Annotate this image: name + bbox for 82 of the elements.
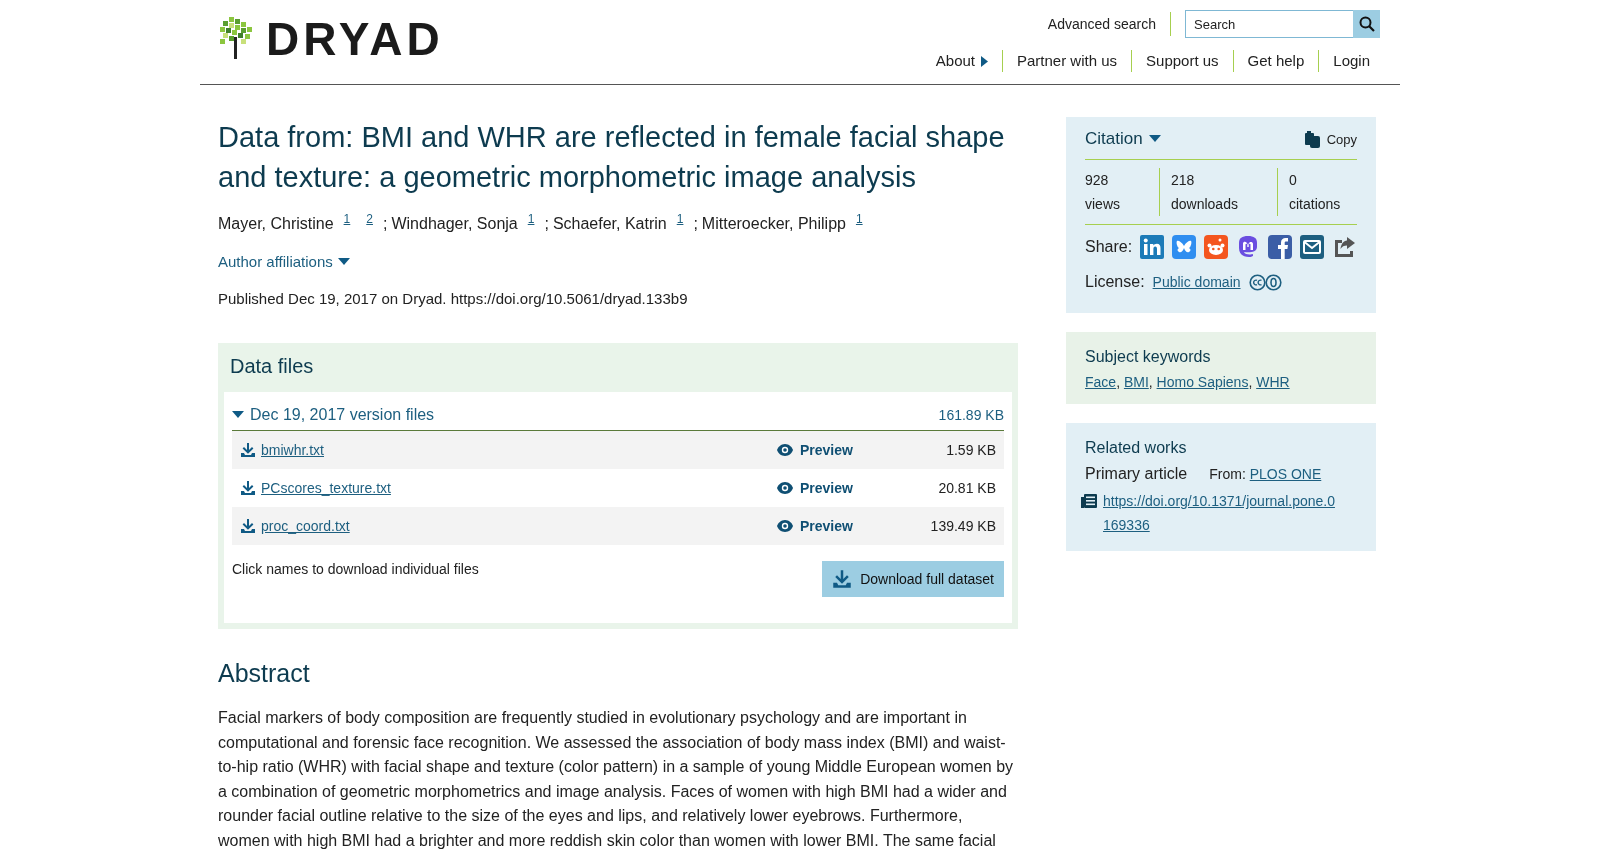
dataset-title: Data from: BMI and WHR are reflected in female facial shape and texture: a geometric morphometric image analysis <box>218 120 1006 195</box>
separator: , <box>1148 374 1154 390</box>
file-link[interactable]: bmiwhr.txt <box>261 442 324 458</box>
publication-info: Published Dec 19, 2017 on Dryad. https://doi.org/10.5061/dryad.133b9 <box>218 290 689 307</box>
author-affiliations-toggle[interactable]: Author affiliations <box>218 253 350 270</box>
newspaper-icon <box>1081 494 1097 508</box>
section-heading: Abstract <box>218 659 311 688</box>
download-icon <box>832 569 853 589</box>
search-icon <box>1358 16 1375 32</box>
panel-title: Related works <box>1085 439 1188 457</box>
affiliation-link[interactable]: 1 <box>337 212 357 226</box>
nav-link[interactable]: About <box>921 50 1002 72</box>
panel-title: Data files <box>229 354 315 379</box>
facebook-icon[interactable] <box>1268 235 1293 259</box>
cc-zero-icon <box>1248 273 1283 291</box>
keyword-link[interactable]: Face <box>1085 374 1117 390</box>
file-link[interactable]: PCscores_texture.txt <box>261 480 391 496</box>
download-dataset-button[interactable]: Download full dataset <box>822 561 1004 597</box>
eye-icon <box>776 519 794 533</box>
search-field[interactable]: Search <box>1185 10 1353 38</box>
license-link[interactable]: Public domain <box>1152 274 1241 290</box>
nav-link[interactable]: Login <box>1318 50 1380 72</box>
separator: , <box>1116 374 1121 390</box>
metric: 218 downloads <box>1159 168 1277 216</box>
linkedin-icon[interactable] <box>1140 235 1165 259</box>
file-size: 20.81 KB <box>937 480 996 496</box>
preview-link[interactable]: Preview <box>776 518 906 534</box>
source-link[interactable]: PLOS ONE <box>1249 466 1322 482</box>
eye-icon <box>776 443 794 457</box>
eye-icon <box>776 481 794 495</box>
share-label: Share: <box>1085 238 1133 256</box>
search-button[interactable] <box>1353 10 1380 38</box>
doi-link[interactable]: https://doi.org/10.1371/journal.pone.0169336 <box>1103 489 1339 537</box>
panel-title: Subject keywords <box>1085 348 1212 366</box>
separator: ; <box>544 215 549 233</box>
abstract-text: Facial markers of body composition are frequently studied in evolutionary psychology and are important in computational and forensic face recognition. We assessed the association of body mass index (BMI) and waist-to-hip ratio (WHR) with facial shape and texture (color pattern) in a sample of young Middle European women by a combination of geometric morphometrics and image analysis. Faces of women with high BMI had a wider and rounder facial outline relative to the size of the eyes and lips, and relatively lower eyebrows. Furthermore, women with high BMI had a brighter and more reddish skin color than women with lower BMI. The same facial <box>218 708 1015 851</box>
separator: , <box>1248 374 1254 390</box>
author-name: Windhager, Sonja <box>391 215 518 233</box>
license-label: License: <box>1085 273 1145 291</box>
nav-link[interactable]: Partner with us <box>1002 50 1132 72</box>
author-name: Schaefer, Katrin <box>552 215 667 233</box>
caret-icon <box>232 411 244 419</box>
metric: 928 views <box>1085 171 1121 214</box>
tree-icon <box>218 17 254 61</box>
separator: ; <box>382 215 388 233</box>
source-label: From: <box>1209 466 1246 482</box>
keyword-link[interactable]: BMI <box>1123 374 1149 390</box>
download-icon <box>240 442 256 458</box>
affiliation-link[interactable]: 2 <box>360 212 379 226</box>
metric: 0 citations <box>1277 168 1357 216</box>
file-size: 139.49 KB <box>929 518 996 534</box>
caret-icon <box>337 257 350 266</box>
logo-wordmark[interactable]: DRYAD <box>266 16 444 62</box>
share-icon[interactable] <box>1332 235 1357 259</box>
affiliation-link[interactable]: 1 <box>670 212 690 226</box>
affiliation-link[interactable]: 1 <box>849 212 869 226</box>
download-icon <box>240 518 256 534</box>
caret-icon <box>981 55 988 67</box>
reddit-icon[interactable] <box>1204 235 1229 259</box>
version-toggle[interactable]: Dec 19, 2017 version files <box>232 406 435 424</box>
butterfly-icon[interactable] <box>1172 235 1197 259</box>
citation-toggle[interactable]: Citation <box>1085 129 1161 149</box>
clipboard-icon <box>1303 130 1321 148</box>
affiliation-link[interactable]: 1 <box>521 212 541 226</box>
nav-link[interactable]: Support us <box>1131 50 1233 72</box>
author-name: Mayer, Christine <box>218 215 334 233</box>
keyword-link[interactable]: WHR <box>1256 374 1290 390</box>
caret-icon <box>1148 135 1161 143</box>
advanced-search-link[interactable]: Advanced search <box>1047 12 1171 36</box>
nav-link[interactable]: Get help <box>1232 50 1319 72</box>
file-size: 1.59 KB <box>945 442 996 458</box>
email-icon[interactable] <box>1300 235 1325 259</box>
preview-link[interactable]: Preview <box>776 480 906 496</box>
preview-link[interactable]: Preview <box>776 442 906 458</box>
article-type: Primary article <box>1085 465 1188 483</box>
download-icon <box>240 480 256 496</box>
download-hint: Click names to download individual files <box>232 561 479 577</box>
copy-button[interactable]: Copy <box>1303 130 1357 148</box>
author-name: Mitteroecker, Philipp <box>701 215 846 233</box>
total-size: 161.89 KB <box>938 407 1004 423</box>
file-link[interactable]: proc_coord.txt <box>261 518 350 534</box>
separator: ; <box>693 215 698 233</box>
